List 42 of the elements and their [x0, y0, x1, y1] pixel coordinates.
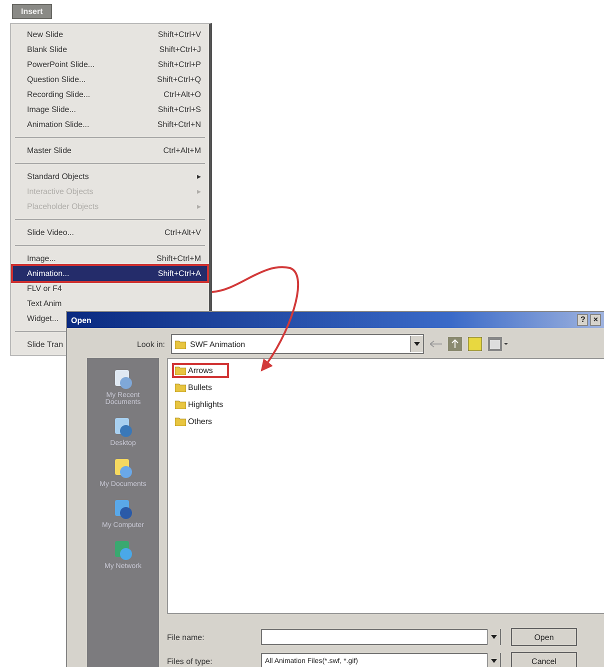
back-arrow-icon[interactable] [430, 340, 442, 348]
file-name-field[interactable] [261, 629, 501, 645]
look-in-dropdown[interactable]: SWF Animation [171, 334, 424, 354]
menu-item[interactable]: Image Slide... Shift+Ctrl+S [13, 102, 207, 117]
menu-item[interactable]: Master Slide Ctrl+Alt+M [13, 143, 207, 158]
window-title: Open [71, 316, 92, 324]
file-name-label: File name: [167, 632, 206, 642]
close-button[interactable]: × [590, 314, 601, 326]
menu-item[interactable]: New Slide Shift+Ctrl+V [13, 27, 207, 42]
menu-item[interactable]: Animation... Shift+Ctrl+A [13, 266, 207, 281]
folder-icon [175, 383, 186, 392]
folder-item[interactable]: Arrows [172, 363, 229, 378]
caret-icon [491, 659, 497, 663]
look-in-label: Look in: [136, 340, 165, 348]
menu-item[interactable]: Recording Slide... Ctrl+Alt+O [13, 87, 207, 102]
document-icon [112, 457, 134, 479]
caret-icon [491, 635, 497, 639]
folder-item[interactable]: Highlights [172, 397, 240, 412]
menu-item[interactable]: Image... Shift+Ctrl+M [13, 251, 207, 266]
new-folder-icon[interactable] [468, 337, 482, 351]
folder-icon [175, 400, 186, 409]
menu-item[interactable]: FLV or F4 [13, 281, 207, 296]
folder-item[interactable]: Bullets [172, 380, 228, 395]
caret-icon [414, 342, 420, 346]
menu-item[interactable]: Text Anim [13, 296, 207, 311]
menu-item[interactable]: Blank Slide Shift+Ctrl+J [13, 42, 207, 57]
folder-icon [175, 340, 186, 348]
up-folder-icon[interactable] [448, 337, 462, 351]
menu-item[interactable]: Slide Video... Ctrl+Alt+V [13, 225, 207, 240]
menu-item[interactable]: Question Slide... Shift+Ctrl+Q [13, 72, 207, 87]
menu-item[interactable]: Animation Slide... Shift+Ctrl+N [13, 117, 207, 132]
folder-icon [175, 366, 186, 375]
folder-item[interactable]: Others [172, 414, 228, 429]
menu-item[interactable]: PowerPoint Slide... Shift+Ctrl+P [13, 57, 207, 72]
help-button[interactable]: ? [577, 314, 588, 326]
document-icon [112, 368, 134, 390]
view-menu-icon[interactable] [488, 337, 508, 351]
file-type-label: Files of type: [167, 656, 214, 666]
open-button[interactable]: Open [511, 628, 577, 646]
folder-icon [175, 417, 186, 426]
cancel-button[interactable]: Cancel [511, 652, 577, 667]
menu-item[interactable]: Standard Objects ▸ [13, 169, 207, 184]
